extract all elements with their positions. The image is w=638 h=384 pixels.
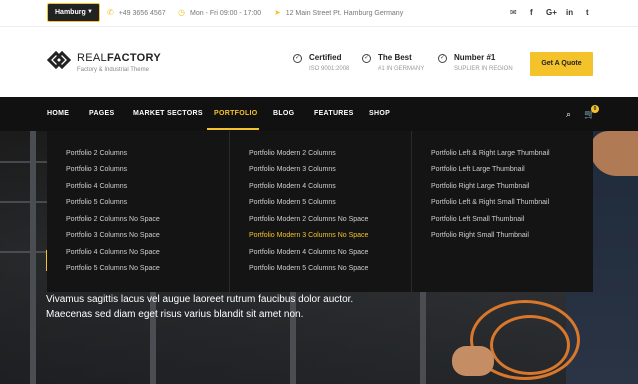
address-text: 12 Main Street Pt. Hamburg Germany: [285, 10, 404, 17]
rope-coil: [490, 315, 570, 375]
check-circle-icon: ✓: [293, 54, 302, 63]
info-subtitle: SUPLIER IN REGION: [454, 66, 513, 72]
menu-item-portfolio-3-columns-no-space[interactable]: Portfolio 3 Columns No Space: [66, 231, 160, 240]
menu-item-portfolio-5-columns[interactable]: Portfolio 5 Columns: [66, 198, 127, 207]
linkedin-icon[interactable]: in: [566, 7, 573, 18]
info-subtitle: #1 IN GERMANY: [378, 66, 425, 72]
email-icon[interactable]: ✉: [510, 7, 517, 18]
menu-item-right-large-thumbnail[interactable]: Portfolio Right Large Thumbnail: [431, 182, 529, 191]
hero-line-1: Vivamus sagittis lacus vel augue laoreet…: [46, 294, 354, 305]
nav-item-shop[interactable]: SHOP: [369, 97, 390, 131]
cart-icon[interactable]: 🛒: [584, 97, 595, 131]
nav-item-features[interactable]: FEATURES: [314, 97, 354, 131]
menu-item-right-small-thumbnail[interactable]: Portfolio Right Small Thumbnail: [431, 231, 529, 240]
menu-item-modern-5-columns[interactable]: Portfolio Modern 5 Columns: [249, 198, 336, 207]
logo-text[interactable]: REALFACTORY: [77, 52, 161, 64]
column-divider: [229, 131, 230, 292]
top-bar: Hamburg ▼ ✆ +49 3656 4567 ◷ Mon - Fri 09:0…: [0, 0, 638, 26]
google-plus-icon[interactable]: G+: [546, 7, 557, 18]
info-title: Number #1: [454, 53, 496, 62]
pillar: [30, 131, 36, 384]
check-circle-icon: ✓: [438, 54, 447, 63]
twitter-icon[interactable]: t: [586, 7, 589, 18]
nav-item-home[interactable]: HOME: [47, 97, 69, 131]
facebook-icon[interactable]: f: [530, 7, 533, 18]
check-circle-icon: ✓: [362, 54, 371, 63]
logo-tagline: Factory & Industrial Theme: [77, 67, 149, 73]
location-arrow-icon: ➤: [274, 8, 281, 17]
search-icon[interactable]: ⌕: [566, 97, 571, 131]
nav-item-blog[interactable]: BLOG: [273, 97, 294, 131]
phone-info: ✆ +49 3656 4567: [107, 7, 166, 19]
phone-icon: ✆: [107, 8, 114, 17]
site-header: REALFACTORY Factory & Industrial Theme ✓…: [0, 26, 638, 97]
nav-item-portfolio[interactable]: PORTFOLIO: [214, 97, 258, 131]
menu-item-portfolio-3-columns[interactable]: Portfolio 3 Columns: [66, 165, 127, 174]
menu-item-portfolio-2-columns[interactable]: Portfolio 2 Columns: [66, 149, 127, 158]
active-nav-indicator: [207, 128, 259, 130]
hours-info: ◷ Mon - Fri 09:00 - 17:00: [178, 7, 261, 19]
get-a-quote-button[interactable]: Get A Quote: [530, 52, 593, 76]
opening-hours: Mon - Fri 09:00 - 17:00: [189, 10, 262, 17]
menu-item-portfolio-5-columns-no-space[interactable]: Portfolio 5 Columns No Space: [66, 264, 160, 273]
portfolio-mega-menu: Portfolio 2 Columns Portfolio 3 Columns …: [47, 131, 593, 292]
logo-bold-text: FACTORY: [106, 52, 161, 64]
menu-item-portfolio-2-columns-no-space[interactable]: Portfolio 2 Columns No Space: [66, 215, 160, 224]
menu-item-modern-4-columns-no-space[interactable]: Portfolio Modern 4 Columns No Space: [249, 248, 368, 257]
city-selector[interactable]: Hamburg ▼: [47, 3, 100, 22]
worker-hand: [452, 346, 494, 376]
clock-icon: ◷: [178, 8, 185, 17]
menu-item-left-small-thumbnail[interactable]: Portfolio Left Small Thumbnail: [431, 215, 524, 224]
menu-item-portfolio-4-columns-no-space[interactable]: Portfolio 4 Columns No Space: [66, 248, 160, 257]
main-nav: HOME PAGES MARKET SECTORS PORTFOLIO BLOG…: [0, 97, 638, 131]
info-title: The Best: [378, 53, 412, 62]
menu-item-modern-3-columns[interactable]: Portfolio Modern 3 Columns: [249, 165, 336, 174]
menu-item-portfolio-4-columns[interactable]: Portfolio 4 Columns: [66, 182, 127, 191]
address-info: ➤ 12 Main Street Pt. Hamburg Germany: [274, 7, 403, 19]
hero-line-2: Maecenas sed diam eget risus varius blan…: [46, 309, 304, 320]
menu-item-modern-2-columns-no-space[interactable]: Portfolio Modern 2 Columns No Space: [249, 215, 368, 224]
info-subtitle: ISO 9001:2008: [309, 66, 350, 72]
menu-item-modern-5-columns-no-space[interactable]: Portfolio Modern 5 Columns No Space: [249, 264, 368, 273]
menu-item-left-large-thumbnail[interactable]: Portfolio Left Large Thumbnail: [431, 165, 525, 174]
hero-text: Vivamus sagittis lacus vel augue laoreet…: [46, 292, 353, 322]
menu-item-left-right-small-thumbnail[interactable]: Portfolio Left & Right Small Thumbnail: [431, 198, 549, 207]
column-divider: [411, 131, 412, 292]
city-selector-label: Hamburg: [55, 9, 86, 16]
logo-icon[interactable]: [47, 50, 71, 70]
logo-light-text: REAL: [77, 52, 107, 64]
menu-item-modern-2-columns[interactable]: Portfolio Modern 2 Columns: [249, 149, 336, 158]
chevron-down-icon: ▼: [87, 9, 93, 15]
menu-item-modern-3-columns-no-space[interactable]: Portfolio Modern 3 Columns No Space: [249, 231, 368, 240]
nav-item-market-sectors[interactable]: MARKET SECTORS: [133, 97, 203, 131]
nav-item-pages[interactable]: PAGES: [89, 97, 115, 131]
info-title: Certified: [309, 53, 342, 62]
menu-item-left-right-large-thumbnail[interactable]: Portfolio Left & Right Large Thumbnail: [431, 149, 550, 158]
phone-number: +49 3656 4567: [118, 10, 166, 17]
menu-item-modern-4-columns[interactable]: Portfolio Modern 4 Columns: [249, 182, 336, 191]
cart-count-badge: 0: [591, 105, 599, 113]
